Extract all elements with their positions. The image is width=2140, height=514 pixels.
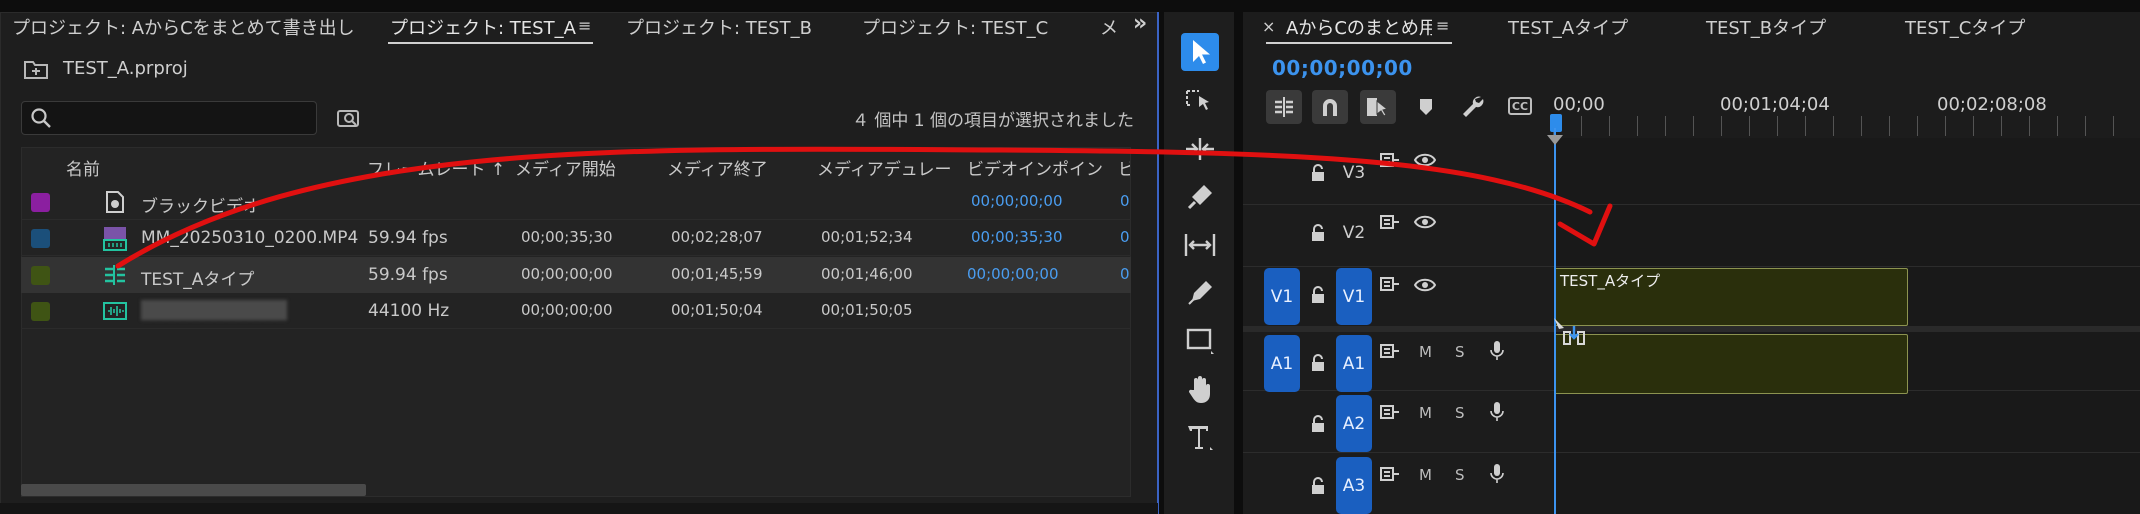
annotation-drag-arrow (115, 146, 1613, 269)
top-border (0, 0, 2140, 12)
